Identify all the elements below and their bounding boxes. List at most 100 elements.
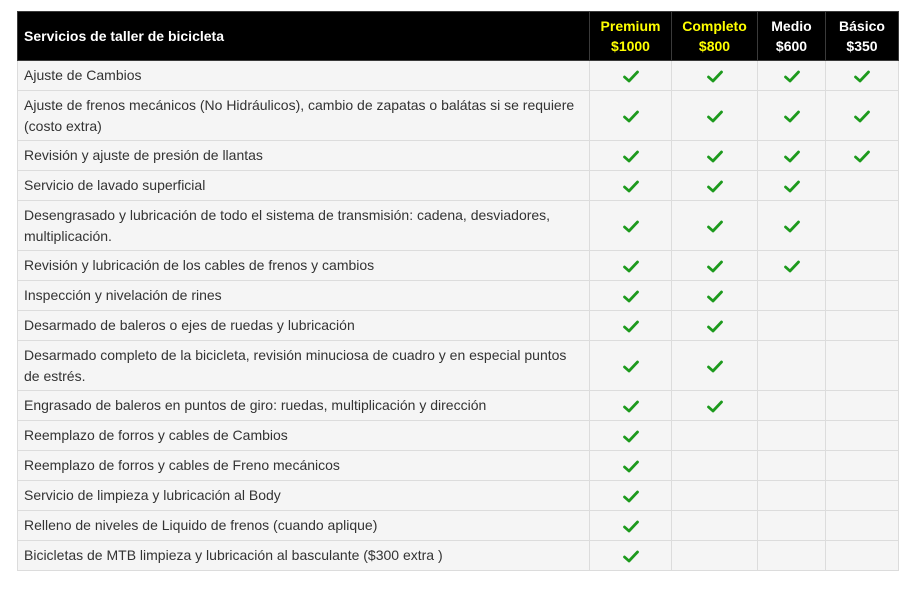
service-name-cell: Desengrasado y lubricación de todo el si…: [17, 200, 590, 251]
plan-check-cell: [757, 310, 826, 341]
plan-check-cell: [757, 60, 826, 91]
table-row: Ajuste de frenos mecánicos (No Hidráulic…: [17, 90, 899, 141]
plan-check-cell: [757, 420, 826, 451]
table-row: Inspección y nivelación de rines: [17, 280, 899, 311]
plan-check-cell: [671, 480, 758, 511]
checkmark-icon: [622, 360, 639, 373]
service-name-cell: Desarmado de baleros o ejes de ruedas y …: [17, 310, 590, 341]
checkmark-icon: [622, 150, 639, 163]
plan-check-cell: [757, 510, 826, 541]
plan-check-cell: [671, 280, 758, 311]
table-header: Servicios de taller de bicicleta Premium…: [17, 11, 899, 61]
table-row: Engrasado de baleros en puntos de giro: …: [17, 390, 899, 421]
plan-check-cell: [825, 420, 899, 451]
plan-check-cell: [825, 540, 899, 571]
plan-check-cell: [671, 540, 758, 571]
plan-check-cell: [757, 540, 826, 571]
checkmark-icon: [783, 260, 800, 273]
service-name-cell: Engrasado de baleros en puntos de giro: …: [17, 390, 590, 421]
checkmark-icon: [706, 320, 723, 333]
service-name-cell: Servicio de lavado superficial: [17, 170, 590, 201]
plan-check-cell: [825, 170, 899, 201]
table-row: Bicicletas de MTB limpieza y lubricación…: [17, 540, 899, 571]
table-row: Desarmado completo de la bicicleta, revi…: [17, 340, 899, 391]
checkmark-icon: [622, 520, 639, 533]
table-row: Revisión y lubricación de los cables de …: [17, 250, 899, 281]
plan-header-premium: Premium $1000: [589, 11, 672, 61]
table-row: Reemplazo de forros y cables de Freno me…: [17, 450, 899, 481]
checkmark-icon: [622, 550, 639, 563]
table-row: Desarmado de baleros o ejes de ruedas y …: [17, 310, 899, 341]
checkmark-icon: [783, 70, 800, 83]
plan-check-cell: [589, 280, 672, 311]
plan-check-cell: [671, 420, 758, 451]
plan-check-cell: [757, 480, 826, 511]
checkmark-icon: [622, 400, 639, 413]
plan-check-cell: [825, 390, 899, 421]
checkmark-icon: [706, 70, 723, 83]
plan-check-cell: [671, 170, 758, 201]
table-row: Servicio de limpieza y lubricación al Bo…: [17, 480, 899, 511]
checkmark-icon: [706, 360, 723, 373]
plan-check-cell: [671, 340, 758, 391]
plan-check-cell: [671, 310, 758, 341]
plan-check-cell: [825, 60, 899, 91]
checkmark-icon: [622, 260, 639, 273]
table-row: Desengrasado y lubricación de todo el si…: [17, 200, 899, 251]
plan-check-cell: [825, 310, 899, 341]
table-row: Ajuste de Cambios: [17, 60, 899, 91]
table-row: Servicio de lavado superficial: [17, 170, 899, 201]
service-name-cell: Ajuste de frenos mecánicos (No Hidráulic…: [17, 90, 590, 141]
checkmark-icon: [622, 180, 639, 193]
plan-check-cell: [589, 340, 672, 391]
plan-check-cell: [825, 250, 899, 281]
plan-check-cell: [825, 340, 899, 391]
checkmark-icon: [622, 290, 639, 303]
plan-header-medio: Medio $600: [757, 11, 826, 61]
checkmark-icon: [706, 220, 723, 233]
plan-check-cell: [825, 480, 899, 511]
service-comparison-table: Servicios de taller de bicicleta Premium…: [17, 11, 899, 571]
plan-check-cell: [589, 540, 672, 571]
plan-check-cell: [757, 250, 826, 281]
checkmark-icon: [783, 180, 800, 193]
plan-check-cell: [825, 200, 899, 251]
plan-check-cell: [671, 510, 758, 541]
plan-check-cell: [589, 310, 672, 341]
plan-check-cell: [671, 250, 758, 281]
checkmark-icon: [706, 260, 723, 273]
plan-check-cell: [825, 140, 899, 171]
service-name-cell: Reemplazo de forros y cables de Freno me…: [17, 450, 590, 481]
plan-check-cell: [671, 90, 758, 141]
checkmark-icon: [854, 70, 870, 83]
plan-price: $1000: [611, 38, 650, 54]
plan-check-cell: [757, 200, 826, 251]
service-name-cell: Revisión y ajuste de presión de llantas: [17, 140, 590, 171]
plan-check-cell: [757, 90, 826, 141]
plan-check-cell: [589, 250, 672, 281]
checkmark-icon: [706, 400, 723, 413]
checkmark-icon: [706, 110, 723, 123]
checkmark-icon: [622, 460, 639, 473]
plan-check-cell: [589, 390, 672, 421]
table-row: Revisión y ajuste de presión de llantas: [17, 140, 899, 171]
plan-check-cell: [671, 60, 758, 91]
checkmark-icon: [854, 110, 870, 123]
table-body: Ajuste de Cambios Ajuste de frenos mecáni…: [17, 60, 899, 571]
service-name-cell: Inspección y nivelación de rines: [17, 280, 590, 311]
service-name-cell: Reemplazo de forros y cables de Cambios: [17, 420, 590, 451]
checkmark-icon: [783, 150, 800, 163]
service-column-header: Servicios de taller de bicicleta: [17, 11, 590, 61]
plan-header-basico: Básico $350: [825, 11, 899, 61]
checkmark-icon: [783, 220, 800, 233]
table-row: Relleno de niveles de Liquido de frenos …: [17, 510, 899, 541]
plan-check-cell: [589, 140, 672, 171]
plan-check-cell: [671, 450, 758, 481]
plan-check-cell: [589, 480, 672, 511]
plan-check-cell: [757, 340, 826, 391]
checkmark-icon: [706, 290, 723, 303]
plan-check-cell: [589, 90, 672, 141]
checkmark-icon: [706, 150, 723, 163]
table-row: Reemplazo de forros y cables de Cambios: [17, 420, 899, 451]
header-row: Servicios de taller de bicicleta Premium…: [17, 11, 899, 61]
